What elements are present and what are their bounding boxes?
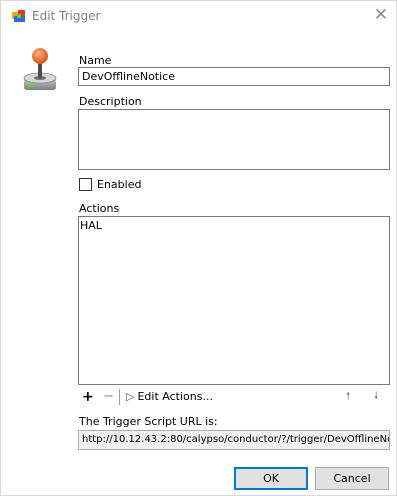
move-down-icon[interactable]: 🠗 [374, 387, 378, 407]
url-label: The Trigger Script URL is: [79, 415, 218, 428]
name-field[interactable]: DevOfflineNotice [78, 67, 390, 86]
play-icon: ▷ [126, 390, 135, 403]
add-action-button[interactable]: + [82, 387, 94, 407]
enabled-checkbox[interactable] [79, 178, 92, 191]
enabled-label[interactable]: Enabled [97, 178, 141, 191]
list-item[interactable]: HAL [80, 219, 388, 232]
url-field[interactable]: http://10.12.43.2:80/calypso/conductor/?… [78, 430, 390, 450]
description-field[interactable] [78, 109, 390, 170]
actions-list[interactable]: HAL [78, 216, 390, 385]
cancel-button[interactable]: Cancel [315, 467, 389, 490]
actions-toolbar: + − ▷ Edit Actions... 🠕 🠗 [78, 387, 390, 407]
ok-button[interactable]: OK [234, 467, 308, 490]
name-label: Name [79, 54, 112, 67]
joystick-icon [21, 46, 59, 92]
move-up-icon[interactable]: 🠕 [346, 387, 350, 407]
window-title: Edit Trigger [32, 9, 101, 23]
toolbar-separator [119, 389, 120, 405]
trigger-app-icon [12, 10, 26, 23]
edit-trigger-dialog: Edit Trigger ✕ Name DevOfflineNotice Des… [0, 0, 397, 496]
title-bar: Edit Trigger ✕ [1, 1, 396, 31]
description-label: Description [79, 95, 142, 108]
actions-label: Actions [79, 202, 120, 215]
close-icon[interactable]: ✕ [370, 5, 392, 27]
edit-actions-button[interactable]: ▷ Edit Actions... [126, 387, 213, 407]
edit-actions-label: Edit Actions... [137, 390, 213, 403]
remove-action-button[interactable]: − [103, 387, 114, 407]
